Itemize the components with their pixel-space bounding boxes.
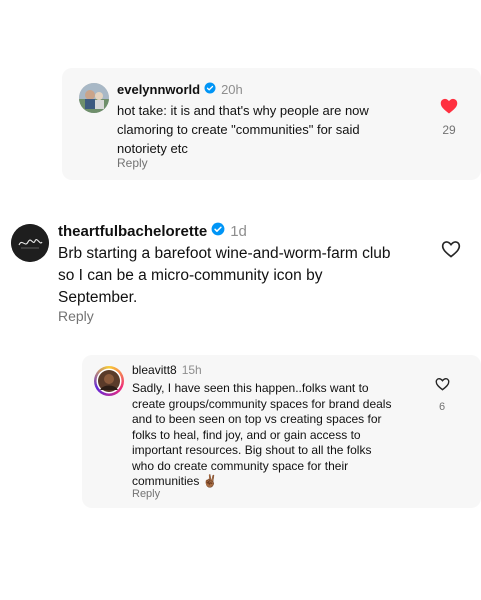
- avatar[interactable]: [79, 83, 109, 113]
- verified-badge-icon: [204, 82, 216, 97]
- like-count: 29: [442, 123, 456, 137]
- comment-text: Brb starting a barefoot wine-and-worm-fa…: [58, 245, 391, 306]
- avatar-photo: [79, 83, 109, 113]
- comment-header: bleavitt8 15h: [132, 363, 202, 377]
- reply-button[interactable]: Reply: [117, 156, 148, 170]
- timestamp: 15h: [181, 363, 202, 377]
- reply-button[interactable]: Reply: [58, 308, 94, 324]
- like-button[interactable]: [434, 377, 450, 391]
- username[interactable]: bleavitt8: [132, 363, 177, 377]
- avatar[interactable]: [11, 224, 49, 262]
- heart-outline-icon: [441, 241, 461, 258]
- timestamp: 20h: [221, 82, 243, 97]
- username[interactable]: evelynnworld: [117, 82, 200, 97]
- comment-header: theartfulbachelorette 1d: [58, 222, 247, 240]
- comment-header: evelynnworld 20h: [117, 82, 243, 97]
- like-count: 6: [438, 401, 446, 413]
- avatar-photo: [96, 368, 122, 394]
- like-button[interactable]: [440, 240, 462, 260]
- reply-button[interactable]: Reply: [132, 488, 160, 500]
- comment-text: hot take: it is and that's why people ar…: [117, 103, 369, 156]
- heart-filled-icon: [440, 98, 458, 114]
- comment-text: Sadly, I have seen this happen..folks wa…: [132, 381, 392, 488]
- verified-badge-icon: [211, 222, 225, 240]
- avatar-logo: [11, 224, 49, 262]
- timestamp: 1d: [230, 222, 247, 240]
- like-button[interactable]: [439, 98, 459, 116]
- heart-outline-icon: [435, 377, 449, 391]
- username[interactable]: theartfulbachelorette: [58, 223, 207, 240]
- avatar[interactable]: [94, 366, 124, 396]
